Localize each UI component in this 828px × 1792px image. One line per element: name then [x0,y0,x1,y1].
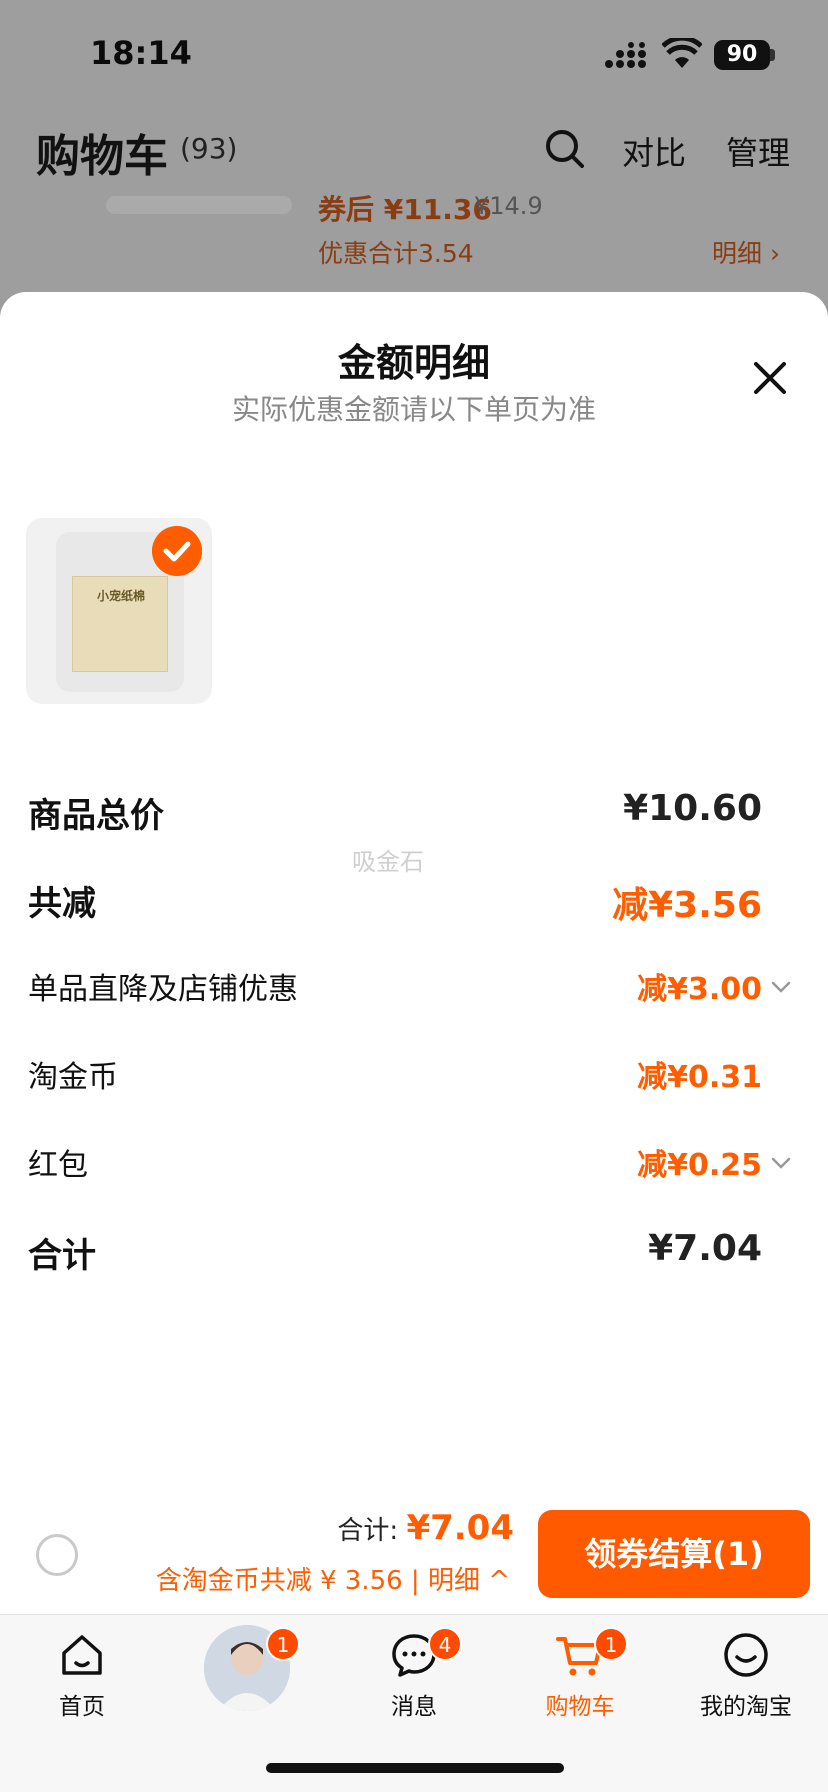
select-all-checkbox[interactable] [36,1534,78,1576]
row-total-price: 商品总价 ¥10.60 [0,788,828,838]
row-grand-total: 合计 ¥7.04 [0,1228,828,1278]
tab-label: 首页 [59,1694,105,1720]
product-label: 小宠纸棉 [72,576,168,672]
search-icon[interactable] [544,128,584,168]
chevron-down-icon[interactable] [770,980,792,994]
signal-icon [605,42,646,68]
row-label: 共减 [28,884,96,924]
row-label: 商品总价 [28,796,164,836]
row-label: 单品直降及店铺优惠 [28,972,298,1007]
discount-total: 优惠合计3.54 [318,239,474,268]
notification-badge: 1 [266,1627,300,1661]
close-icon[interactable] [748,356,792,400]
total-amount: ¥7.04 [406,1508,514,1548]
sheet-subtitle: 实际优惠金额请以下单页为准 [231,393,596,426]
savings-detail-link[interactable]: 含淘金币共减 ¥ 3.56 | 明细 ^ [156,1560,510,1597]
row-value: 减¥0.31 [637,1060,762,1095]
tab-label: 购物车 [545,1694,615,1720]
home-indicator [266,1763,564,1773]
smile-icon [724,1633,768,1677]
row-value: 减¥3.56 [612,885,762,926]
row-store-discount[interactable]: 单品直降及店铺优惠 减¥3.00 [0,964,828,1014]
row-value: 减¥0.25 [637,1148,762,1183]
checkout-button[interactable]: 领券结算(1) [538,1510,810,1598]
row-taojinbi: 淘金币 减¥0.31 [0,1052,828,1102]
status-time: 18:14 [90,34,192,72]
tab-home[interactable]: 首页 [20,1615,140,1725]
checkmark-icon[interactable] [152,526,202,576]
original-price: ¥14.9 [474,192,543,220]
tab-bar: 首页 1 4 消息 1 购物车 我的淘宝 [0,1614,828,1792]
product-label-text: 小宠纸棉 [96,589,145,603]
detail-link[interactable]: 明细 › [712,234,780,270]
row-value: ¥7.04 [648,1228,762,1269]
checkout-bar: 合计: ¥7.04 含淘金币共减 ¥ 3.56 | 明细 ^ 领券结算(1) [0,1494,828,1614]
background-page: 18:14 90 购物车 (93) 对比 管理 券后 ¥11.36 ¥14.9 … [0,0,828,300]
total-label: 合计: [337,1516,407,1546]
watermark: 吸金石 [352,848,424,876]
row-label: 合计 [28,1236,96,1276]
home-icon [62,1635,102,1675]
row-label: 红包 [28,1148,88,1183]
battery-tip [770,49,775,61]
tab-label: 消息 [391,1694,437,1720]
battery-indicator: 90 [714,40,770,70]
manage-button[interactable]: 管理 [726,128,790,174]
total-line: 合计: ¥7.04 [337,1508,514,1548]
wifi-icon [662,38,702,68]
tab-messages[interactable]: 4 消息 [352,1615,472,1725]
sheet-title: 金额明细 [337,341,490,385]
notification-badge: 4 [428,1627,462,1661]
cart-title: 购物车 [36,131,168,182]
row-label: 淘金币 [28,1060,118,1095]
row-value: 减¥3.00 [637,972,762,1007]
tab-avatar[interactable]: 1 [166,1615,336,1725]
placeholder-bar [106,196,292,214]
chevron-down-icon[interactable] [770,1156,792,1170]
row-value: ¥10.60 [623,788,762,829]
cart-count: (93) [180,132,238,165]
compare-button[interactable]: 对比 [622,128,686,174]
tab-label: 我的淘宝 [700,1694,792,1720]
row-red-packet[interactable]: 红包 减¥0.25 [0,1140,828,1190]
notification-badge: 1 [594,1627,628,1661]
tab-cart[interactable]: 1 购物车 [518,1615,638,1725]
tab-my-taobao[interactable]: 我的淘宝 [684,1615,804,1725]
coupon-price: 券后 ¥11.36 [318,193,492,226]
status-bar: 18:14 90 [0,0,828,100]
row-total-discount: 共减 减¥3.56 [0,876,828,926]
